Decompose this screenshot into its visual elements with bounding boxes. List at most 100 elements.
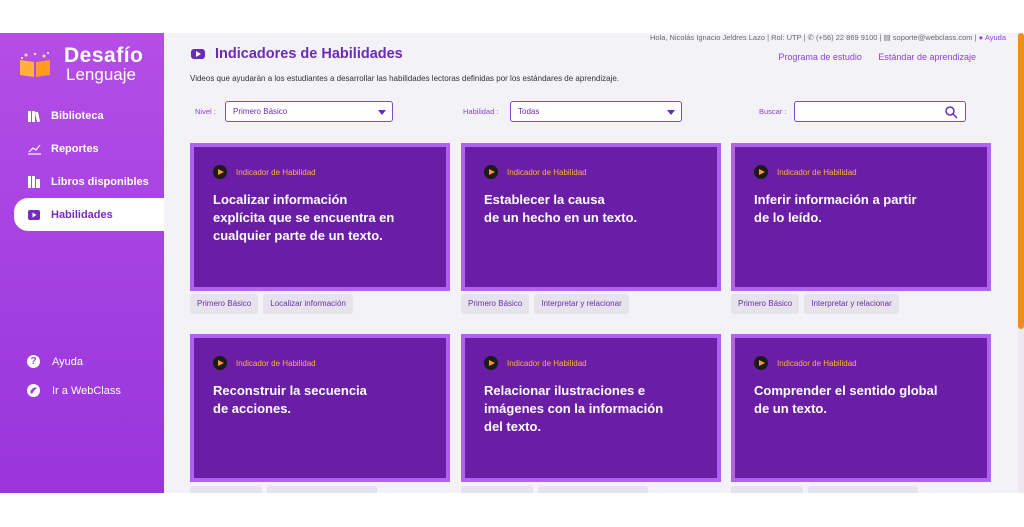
- play-icon: [754, 356, 768, 370]
- card-chips: [461, 486, 653, 493]
- skill-chip[interactable]: [808, 486, 918, 493]
- support-email[interactable]: soporte@webclass.com: [893, 33, 973, 42]
- card-tag-label: Indicador de Habilidad: [777, 167, 857, 177]
- logo[interactable]: Desafío Lenguaje: [18, 42, 158, 86]
- skill-card[interactable]: Indicador de Habilidad Reconstruir la se…: [190, 334, 450, 482]
- help-circle-icon: ●: [978, 33, 984, 42]
- sidebar-item-libros-disponibles[interactable]: Libros disponibles: [0, 165, 164, 198]
- header-links: Programa de estudio Estándar de aprendiz…: [764, 52, 976, 62]
- card-title: Reconstruir la secuencia de acciones.: [213, 383, 367, 416]
- library-icon: [27, 109, 41, 123]
- sidebar-bottom: ? Ayuda Ir a WebClass: [0, 347, 164, 405]
- logo-subtitle: Lenguaje: [66, 65, 136, 84]
- programa-de-estudio-link[interactable]: Programa de estudio: [778, 52, 862, 62]
- card-title: Inferir información a partir de lo leído…: [754, 192, 917, 225]
- card-chips: Primero Básico Interpretar y relacionar: [461, 294, 634, 314]
- sidebar-item-label: Biblioteca: [51, 109, 104, 122]
- play-icon: [213, 165, 227, 179]
- help-link-label: Ayuda: [984, 33, 1006, 42]
- skill-chip[interactable]: Localizar información: [263, 294, 353, 314]
- phone-icon: ✆: [807, 33, 814, 42]
- card-title: Relacionar ilustraciones e imágenes con …: [484, 383, 664, 434]
- level-select-value: Primero Básico: [233, 107, 288, 116]
- level-chip[interactable]: [731, 486, 803, 493]
- help-icon: ?: [27, 355, 40, 368]
- sidebar-item-reportes[interactable]: Reportes: [0, 132, 164, 165]
- card-tag: Indicador de Habilidad: [754, 165, 857, 179]
- level-chip[interactable]: [190, 486, 262, 493]
- skill-card[interactable]: Indicador de Habilidad Relacionar ilustr…: [461, 334, 721, 482]
- skill-card[interactable]: Indicador de Habilidad Comprender el sen…: [731, 334, 991, 482]
- level-chip[interactable]: Primero Básico: [190, 294, 259, 314]
- skill-card[interactable]: Indicador de Habilidad Localizar informa…: [190, 143, 450, 291]
- card-title: Comprender el sentido global de un texto…: [754, 383, 938, 416]
- search-icon[interactable]: [944, 105, 958, 119]
- help-link[interactable]: ● Ayuda: [979, 33, 1006, 42]
- search-input[interactable]: [794, 101, 966, 122]
- phone-number: (+56) 22 869 9100: [815, 33, 878, 42]
- level-chip[interactable]: [461, 486, 533, 493]
- video-icon: [27, 208, 41, 222]
- sidebar-item-biblioteca[interactable]: Biblioteca: [0, 99, 164, 132]
- sidebar-item-label: Libros disponibles: [51, 175, 149, 188]
- card-tag-label: Indicador de Habilidad: [507, 358, 587, 368]
- chevron-down-icon: [378, 110, 386, 115]
- user-info-bar: Hola, Nicolás Ignacio Jeldres Lazo | Rol…: [649, 33, 1006, 42]
- sidebar-item-label: Reportes: [51, 142, 99, 155]
- play-icon: [484, 165, 498, 179]
- page-title-text: Indicadores de Habilidades: [215, 46, 403, 62]
- scrollbar-thumb[interactable]: [1018, 33, 1024, 329]
- card-tag: Indicador de Habilidad: [484, 165, 587, 179]
- skill-label: Habilidad :: [463, 107, 499, 116]
- skill-chip[interactable]: Interpretar y relacionar: [804, 294, 899, 314]
- card-tag-label: Indicador de Habilidad: [236, 167, 316, 177]
- chevron-down-icon: [667, 110, 675, 115]
- card-chips: Primero Básico Interpretar y relacionar: [731, 294, 904, 314]
- estandar-de-aprendizaje-link[interactable]: Estándar de aprendizaje: [878, 52, 976, 62]
- card-title: Establecer la causa de un hecho en un te…: [484, 192, 638, 225]
- level-label: Nivel :: [195, 107, 216, 116]
- skill-chip[interactable]: [538, 486, 648, 493]
- main-content: Hola, Nicolás Ignacio Jeldres Lazo | Rol…: [164, 33, 1024, 493]
- books-icon: [27, 175, 41, 189]
- search-label: Buscar :: [759, 107, 787, 116]
- skill-card[interactable]: Indicador de Habilidad Inferir informaci…: [731, 143, 991, 291]
- skill-chip[interactable]: [267, 486, 377, 493]
- level-chip[interactable]: Primero Básico: [731, 294, 800, 314]
- user-greeting: Hola, Nicolás Ignacio Jeldres Lazo | Rol…: [649, 33, 808, 42]
- card-chips: [190, 486, 382, 493]
- filters-bar: Nivel : Primero Básico Habilidad : Todas…: [164, 101, 1024, 123]
- video-icon: [191, 49, 205, 59]
- sidebar-item-ayuda[interactable]: ? Ayuda: [0, 347, 164, 376]
- card-tag: Indicador de Habilidad: [213, 165, 316, 179]
- sidebar-nav: Biblioteca Reportes Libros disponibles H…: [0, 99, 164, 231]
- sidebar: Desafío Lenguaje Biblioteca Reportes Lib…: [0, 33, 164, 493]
- skill-select-value: Todas: [518, 107, 540, 116]
- app-window: Desafío Lenguaje Biblioteca Reportes Lib…: [0, 33, 1024, 493]
- card-tag: Indicador de Habilidad: [754, 356, 857, 370]
- skill-select[interactable]: Todas: [510, 101, 682, 122]
- sidebar-item-habilidades[interactable]: Habilidades: [14, 198, 164, 231]
- scrollbar[interactable]: [1018, 33, 1024, 493]
- sidebar-item-label: Habilidades: [51, 208, 113, 221]
- book-logo-icon: [20, 52, 50, 77]
- level-select[interactable]: Primero Básico: [225, 101, 393, 122]
- sidebar-item-webclass[interactable]: Ir a WebClass: [0, 376, 164, 405]
- card-tag-label: Indicador de Habilidad: [236, 358, 316, 368]
- play-icon: [754, 165, 768, 179]
- card-tag-label: Indicador de Habilidad: [507, 167, 587, 177]
- card-chips: [731, 486, 923, 493]
- sidebar-item-label: Ayuda: [52, 355, 83, 368]
- page-subtitle: Videos que ayudarán a los estudiantes a …: [190, 74, 620, 83]
- level-chip[interactable]: Primero Básico: [461, 294, 530, 314]
- webclass-icon: [27, 384, 40, 397]
- skill-card[interactable]: Indicador de Habilidad Establecer la cau…: [461, 143, 721, 291]
- page-title: Indicadores de Habilidades: [191, 46, 403, 62]
- card-tag: Indicador de Habilidad: [484, 356, 587, 370]
- email-icon: ▤: [883, 33, 891, 42]
- play-icon: [213, 356, 227, 370]
- card-title: Localizar información explícita que se e…: [213, 192, 395, 243]
- skill-chip[interactable]: Interpretar y relacionar: [534, 294, 629, 314]
- chart-icon: [27, 142, 41, 156]
- sidebar-item-label: Ir a WebClass: [52, 384, 121, 397]
